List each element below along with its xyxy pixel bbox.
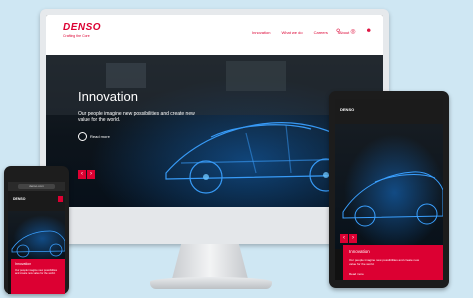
nav-item-what-we-do[interactable]: What we do <box>281 30 302 35</box>
phone-hero <box>8 211 65 261</box>
monitor-stand <box>172 244 248 279</box>
brand-tagline: Crafting the Core <box>63 34 90 38</box>
tablet-brand-logo[interactable]: DENSO <box>340 107 354 112</box>
phone-url-field[interactable]: denso.com <box>18 184 55 189</box>
phone-hero-card: Innovation Our people imagine new possib… <box>11 259 65 294</box>
read-more-icon[interactable] <box>78 132 87 141</box>
phone-car-image <box>11 230 65 258</box>
tablet-device: DENSO ‹ › Innovation Our people imagine … <box>329 91 449 288</box>
site-header: DENSO Crafting the Core Innovation What … <box>46 15 383 55</box>
tablet-next-button[interactable]: › <box>349 234 357 243</box>
phone-screen: denso.com DENSO Innovation Our people im… <box>8 182 65 294</box>
nav-item-careers[interactable]: Careers <box>314 30 328 35</box>
main-nav: Innovation What we do Careers About <box>252 30 349 35</box>
tablet-car-image <box>342 171 443 227</box>
phone-card-subtitle: Our people imagine new possibilities and… <box>15 269 58 276</box>
phone-browser-bar: denso.com <box>8 182 65 191</box>
nav-item-innovation[interactable]: Innovation <box>252 30 270 35</box>
phone-device: denso.com DENSO Innovation Our people im… <box>4 166 69 294</box>
hero-subtitle: Our people imagine new possibilities and… <box>78 111 195 123</box>
globe-icon[interactable]: ◎ <box>350 28 355 35</box>
phone-card-title: Innovation <box>15 262 32 266</box>
tablet-header: DENSO <box>335 99 443 124</box>
read-more-link[interactable]: Read more <box>90 134 110 139</box>
menu-icon[interactable] <box>58 196 63 202</box>
hero-prev-button[interactable]: ‹ <box>78 170 86 179</box>
tablet-card-subtitle: Our people imagine new possibilities and… <box>349 258 420 266</box>
tablet-hero-card: Innovation Our people imagine new possib… <box>343 245 443 280</box>
tablet-card-title: Innovation <box>349 249 370 254</box>
tablet-screen: DENSO ‹ › Innovation Our people imagine … <box>335 99 443 280</box>
tablet-prev-button[interactable]: ‹ <box>340 234 348 243</box>
brand-logo[interactable]: DENSO <box>63 22 101 33</box>
tablet-hero: ‹ › <box>335 124 443 249</box>
phone-header <box>8 191 65 211</box>
tablet-read-more-link[interactable]: Read more <box>349 272 364 276</box>
hero-title: Innovation <box>78 89 138 104</box>
hero-next-button[interactable]: › <box>87 170 95 179</box>
header-icons: ⚲ ◎ ☻ <box>336 28 372 35</box>
phone-brand-logo[interactable]: DENSO <box>13 197 25 201</box>
search-icon[interactable]: ⚲ <box>336 28 340 35</box>
monitor-base <box>150 277 272 289</box>
account-icon[interactable]: ☻ <box>366 28 372 35</box>
